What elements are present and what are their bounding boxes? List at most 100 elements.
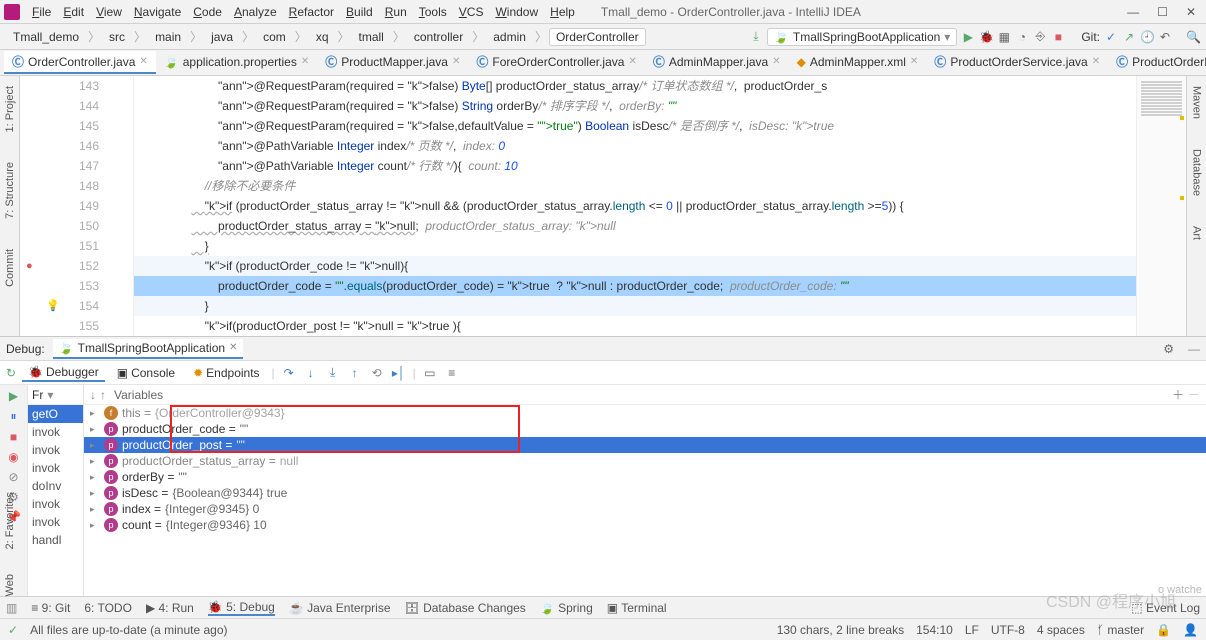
gutter[interactable]: 1431441451461471481491501511521531541551…: [40, 76, 134, 336]
menu-navigate[interactable]: Navigate: [128, 1, 187, 23]
bottom-tab[interactable]: 6: TODO: [84, 600, 132, 616]
editor[interactable]: 1431441451461471481491501511521531541551…: [20, 76, 1186, 336]
stop-icon[interactable]: ■: [10, 430, 17, 444]
tab-console[interactable]: ▣Console: [111, 365, 181, 381]
force-step-into-icon[interactable]: ⤓: [325, 365, 341, 380]
menu-vcs[interactable]: VCS: [453, 1, 490, 23]
code-area[interactable]: "ann">@RequestParam(required = "k">false…: [134, 76, 1136, 336]
variable-row[interactable]: ▸pproductOrder_code = "": [84, 421, 1206, 437]
close-icon[interactable]: ✕: [910, 56, 918, 67]
trace-icon[interactable]: ≡: [444, 366, 460, 380]
tab-debugger[interactable]: 🐞Debugger: [22, 364, 105, 382]
lock-icon[interactable]: 🔒: [1156, 623, 1171, 637]
resume-icon[interactable]: ▶: [9, 389, 18, 403]
bottom-tab[interactable]: ≡ 9: Git: [31, 600, 70, 616]
tool-window-icon[interactable]: ▥: [6, 601, 17, 615]
tool-commit[interactable]: Commit: [4, 249, 16, 287]
breadcrumb-xq[interactable]: xq: [309, 28, 336, 46]
editor-tab[interactable]: ⒸForeOrderController.java✕: [468, 51, 644, 74]
bottom-tab[interactable]: 🍃 Spring: [540, 600, 593, 616]
remove-watch-icon[interactable]: －: [1188, 386, 1200, 403]
status-encoding[interactable]: UTF-8: [991, 623, 1025, 637]
run-icon[interactable]: ▶: [961, 30, 975, 44]
editor-tab[interactable]: ⒸProductMapper.java✕: [317, 51, 468, 74]
minimap[interactable]: [1136, 76, 1186, 336]
vcs-history-icon[interactable]: 🕘: [1140, 30, 1154, 44]
breadcrumb-com[interactable]: com: [256, 28, 293, 46]
stop-icon[interactable]: ■: [1051, 30, 1065, 44]
menu-tools[interactable]: Tools: [413, 1, 453, 23]
tool-maven[interactable]: Maven: [1191, 86, 1203, 119]
breadcrumb-ordercontroller[interactable]: OrderController: [549, 28, 646, 46]
step-into-icon[interactable]: ↓: [303, 366, 319, 380]
down-icon[interactable]: ↓: [90, 388, 96, 402]
frames[interactable]: Fr ▾ getOinvokinvokinvokdoInvinvokinvokh…: [28, 385, 84, 596]
minimize-icon[interactable]: —: [1127, 5, 1139, 19]
step-out-icon[interactable]: ↑: [347, 366, 363, 380]
maximize-icon[interactable]: ☐: [1157, 5, 1168, 19]
tool-web[interactable]: Web: [4, 574, 16, 596]
coverage-icon[interactable]: ▦: [997, 30, 1011, 44]
frame[interactable]: invok: [28, 423, 83, 441]
menu-help[interactable]: Help: [544, 1, 581, 23]
chevron-down-icon[interactable]: ▾: [47, 388, 53, 402]
variable-row[interactable]: ▸pproductOrder_status_array = null: [84, 453, 1206, 469]
menu-code[interactable]: Code: [187, 1, 228, 23]
variable-row[interactable]: ▸porderBy = "": [84, 469, 1206, 485]
menu-file[interactable]: File: [26, 1, 57, 23]
close-icon[interactable]: ✕: [229, 342, 237, 353]
menu-run[interactable]: Run: [379, 1, 413, 23]
frame[interactable]: getO: [28, 405, 83, 423]
close-icon[interactable]: ✕: [772, 56, 780, 67]
menu-window[interactable]: Window: [489, 1, 544, 23]
window-controls[interactable]: — ☐ ✕: [1121, 5, 1202, 19]
variables[interactable]: ↓ ↑ Variables ＋ － ▸fthis = {OrderControl…: [84, 385, 1206, 596]
breadcrumb-java[interactable]: java: [204, 28, 240, 46]
tool-favorites[interactable]: 2: Favorites: [4, 492, 16, 549]
frame[interactable]: invok: [28, 513, 83, 531]
breadcrumb-tmall_demo[interactable]: Tmall_demo: [6, 28, 86, 46]
editor-tab[interactable]: ◆AdminMapper.xml✕: [789, 51, 927, 74]
close-icon[interactable]: ✕: [1186, 5, 1196, 19]
close-icon[interactable]: ✕: [139, 56, 147, 67]
profile-icon[interactable]: ◔: [1015, 30, 1029, 44]
up-icon[interactable]: ↑: [100, 388, 106, 402]
chevron-down-icon[interactable]: ▾: [944, 30, 950, 44]
evaluate-icon[interactable]: ▭: [422, 366, 438, 380]
variable-row[interactable]: ▸fthis = {OrderController@9343}: [84, 405, 1206, 421]
editor-tab[interactable]: ⒸAdminMapper.java✕: [645, 51, 789, 74]
run-configuration[interactable]: 🍃 TmallSpringBootApplication ▾: [767, 28, 957, 46]
editor-tab[interactable]: 🍃application.properties✕: [156, 51, 317, 74]
close-icon[interactable]: ✕: [1092, 56, 1100, 67]
event-log[interactable]: ⬚ Event Log: [1131, 601, 1200, 615]
menu-edit[interactable]: Edit: [57, 1, 90, 23]
breadcrumb-src[interactable]: src: [102, 28, 132, 46]
status-indent[interactable]: 4 spaces: [1037, 623, 1085, 637]
editor-tab[interactable]: ⒸOrderController.java✕: [4, 51, 156, 74]
gear-icon[interactable]: ⚙: [1163, 342, 1174, 356]
editor-tab[interactable]: ⒸProductOrderService.java✕: [926, 51, 1108, 74]
menu-analyze[interactable]: Analyze: [228, 1, 283, 23]
status-line-sep[interactable]: LF: [965, 623, 979, 637]
variable-row[interactable]: ▸pcount = {Integer@9346} 10: [84, 517, 1206, 533]
breadcrumb-tmall[interactable]: tmall: [352, 28, 391, 46]
breadcrumb-main[interactable]: main: [148, 28, 188, 46]
editor-tab[interactable]: ⒸProductOrderItem.java✕: [1108, 51, 1206, 74]
vcs-commit-icon[interactable]: ↗: [1122, 30, 1136, 44]
mute-bp-icon[interactable]: ⊘: [8, 470, 18, 484]
step-over-icon[interactable]: ↷: [281, 366, 297, 380]
tool-structure[interactable]: 7: Structure: [4, 162, 16, 219]
frame[interactable]: invok: [28, 495, 83, 513]
menu-build[interactable]: Build: [340, 1, 379, 23]
breadcrumb-controller[interactable]: controller: [407, 28, 470, 46]
menu-view[interactable]: View: [90, 1, 128, 23]
variable-row[interactable]: ▸pproductOrder_post = "": [84, 437, 1206, 453]
inspector-icon[interactable]: 👤: [1183, 623, 1198, 637]
frame[interactable]: doInv: [28, 477, 83, 495]
search-icon[interactable]: 🔍: [1186, 30, 1200, 44]
variable-row[interactable]: ▸pindex = {Integer@9345} 0: [84, 501, 1206, 517]
debug-run-tab[interactable]: 🍃 TmallSpringBootApplication ✕: [53, 339, 244, 359]
close-icon[interactable]: ✕: [452, 56, 460, 67]
bottom-tab[interactable]: ▣ Terminal: [607, 600, 667, 616]
tool-database[interactable]: Database: [1191, 149, 1203, 196]
